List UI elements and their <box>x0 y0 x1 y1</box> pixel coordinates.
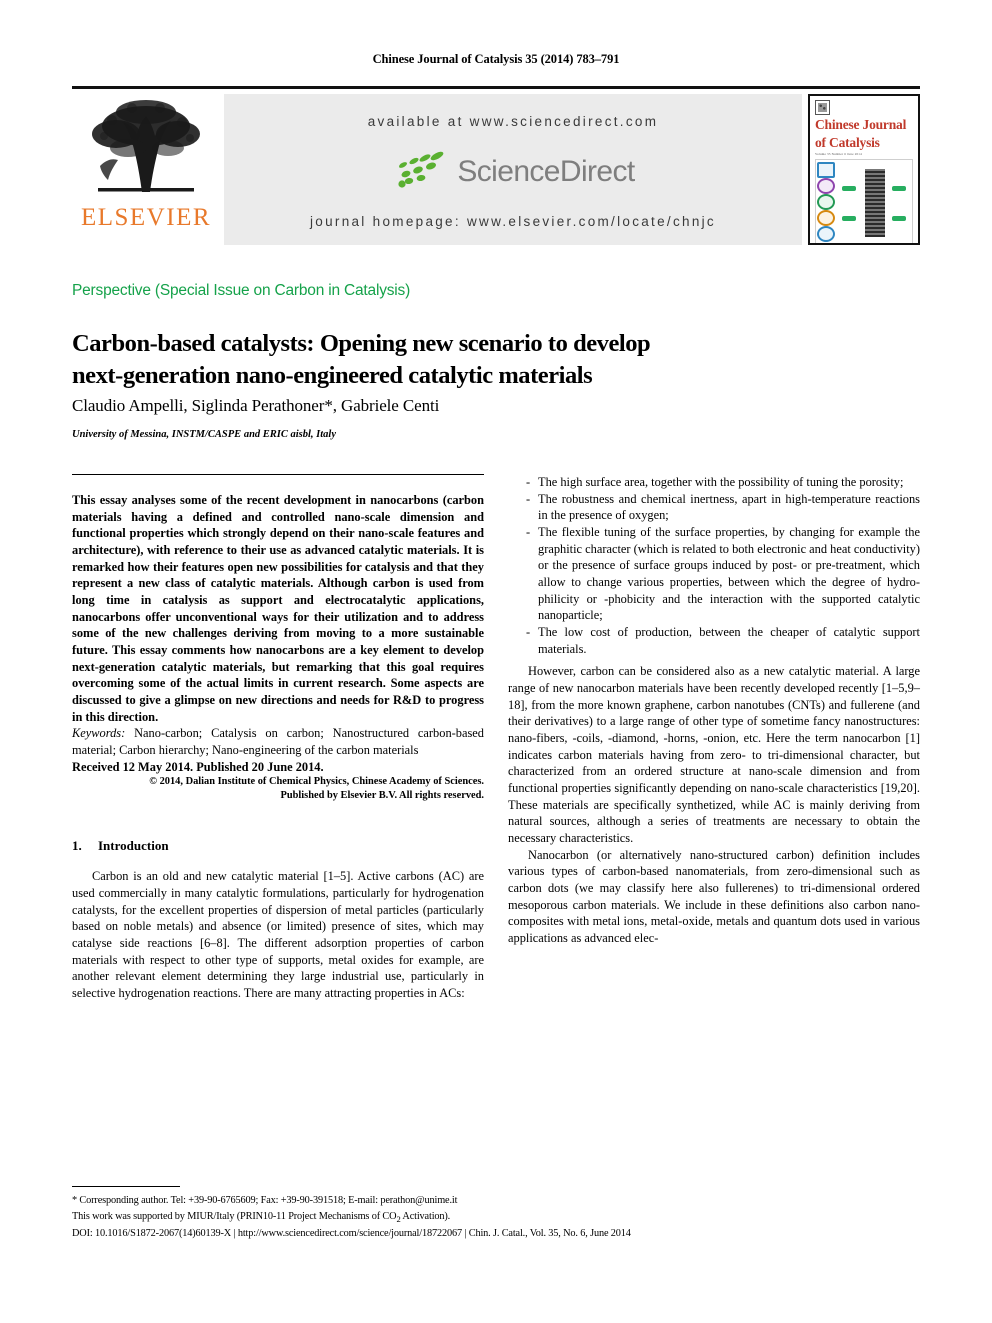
cover-art-ring-2 <box>817 178 835 195</box>
journal-cover-thumbnail: Chinese Journal of Catalysis Volume 35 N… <box>808 94 920 245</box>
article-section-label: Perspective (Special Issue on Carbon in … <box>72 282 411 299</box>
sciencedirect-wordmark: ScienceDirect <box>457 154 635 188</box>
running-head: Chinese Journal of Catalysis 35 (2014) 7… <box>372 52 620 66</box>
keywords-label: Keywords: <box>72 726 126 741</box>
section-number: 1. <box>72 837 82 853</box>
section-heading-introduction: 1. Introduction <box>72 837 484 854</box>
paragraph-however: However, carbon can be considered also a… <box>508 664 920 846</box>
cover-art-ring-3 <box>817 194 835 211</box>
journal-homepage-text: journal homepage: www.elsevier.com/locat… <box>309 214 716 229</box>
ac-properties-list: The high surface area, together with the… <box>508 474 920 657</box>
article-title-line2: next-generation nano-engineered catalyti… <box>72 361 593 389</box>
keywords: Keywords: Nano-carbon; Catalysis on carb… <box>72 725 484 758</box>
sciencedirect-leaf-icon <box>391 149 451 194</box>
section-title: Introduction <box>98 837 169 853</box>
cover-art-ring-5 <box>817 226 835 243</box>
sciencedirect-logo: ScienceDirect <box>391 149 635 194</box>
funding-note-before: This work was supported by MIUR/Italy (P… <box>72 1210 397 1222</box>
cover-art-arrow-2 <box>842 216 856 222</box>
affiliation: University of Messina, INSTM/CASPE and E… <box>72 429 337 440</box>
funding-note-after: Activation). <box>400 1210 451 1222</box>
corresponding-author-note: * Corresponding author. Tel: +39-90-6765… <box>72 1195 458 1206</box>
footnote-divider <box>72 1186 180 1187</box>
article-first-page: Chinese Journal of Catalysis 35 (2014) 7… <box>0 0 992 1323</box>
cover-art-ring-1 <box>817 162 835 179</box>
header-divider <box>72 474 484 475</box>
list-item: The flexible tuning of the surface prope… <box>526 524 920 624</box>
available-at-text: available at www.sciencedirect.com <box>367 114 659 129</box>
cover-title-line1: Chinese Journal <box>815 117 907 132</box>
copyright-notice: © 2014, Dalian Institute of Chemical Phy… <box>72 775 484 802</box>
page-title: Carbon-based catalysts: Opening new scen… <box>72 328 792 391</box>
elsevier-tree-icon <box>82 96 210 204</box>
funding-note: This work was supported by MIUR/Italy (P… <box>72 1209 920 1226</box>
author-list: Claudio Ampelli, Siglinda Perathoner*, G… <box>72 396 440 415</box>
received-published-dates: Received 12 May 2014. Published 20 June … <box>72 759 324 774</box>
cover-title-line2: of Catalysis <box>815 134 880 150</box>
sciencedirect-banner: available at www.sciencedirect.com Scien… <box>224 94 802 245</box>
cover-art-carbon-slab <box>864 168 885 238</box>
left-column: This essay analyses some of the recent d… <box>72 492 484 1002</box>
cover-volume-text: Volume 35 Number 6 June 2014 <box>815 152 862 157</box>
copyright-line-1: © 2014, Dalian Institute of Chemical Phy… <box>149 776 484 788</box>
cover-art-diagram <box>836 160 912 243</box>
elsevier-wordmark: ELSEVIER <box>80 204 212 231</box>
cover-art-arrow-3 <box>892 186 906 192</box>
list-item: The robustness and chemical inertness, a… <box>526 491 920 524</box>
journal-masthead: ELSEVIER available at www.sciencedirect.… <box>72 86 920 253</box>
elsevier-logo: ELSEVIER <box>72 92 220 253</box>
keywords-value: Nano-carbon; Catalysis on carbon; Nanost… <box>72 726 484 758</box>
paragraph-nanocarbon-definition: Nanocarbon (or alternatively nano-struct… <box>508 847 920 946</box>
abstract-text: This essay analyses some of the recent d… <box>72 493 484 724</box>
copyright-line-2: Published by Elsevier B.V. All rights re… <box>280 790 485 802</box>
cover-art-arrow-4 <box>892 216 906 222</box>
cover-artwork <box>815 159 913 243</box>
cover-elsevier-mark-icon <box>815 100 830 115</box>
cover-art-ring-4 <box>817 210 835 227</box>
article-title-line1: Carbon-based catalysts: Opening new scen… <box>72 330 651 358</box>
doi-line: DOI: 10.1016/S1872-2067(14)60139-X | htt… <box>72 1228 631 1240</box>
page-footnote: * Corresponding author. Tel: +39-90-6765… <box>72 1186 920 1242</box>
list-item: The low cost of production, between the … <box>526 624 920 657</box>
cover-art-arrow-1 <box>842 186 856 192</box>
paragraph-introduction: Carbon is an old and new catalytic mater… <box>72 869 484 1001</box>
right-column: The high surface area, together with the… <box>508 474 920 947</box>
list-item: The high surface area, together with the… <box>526 474 920 491</box>
